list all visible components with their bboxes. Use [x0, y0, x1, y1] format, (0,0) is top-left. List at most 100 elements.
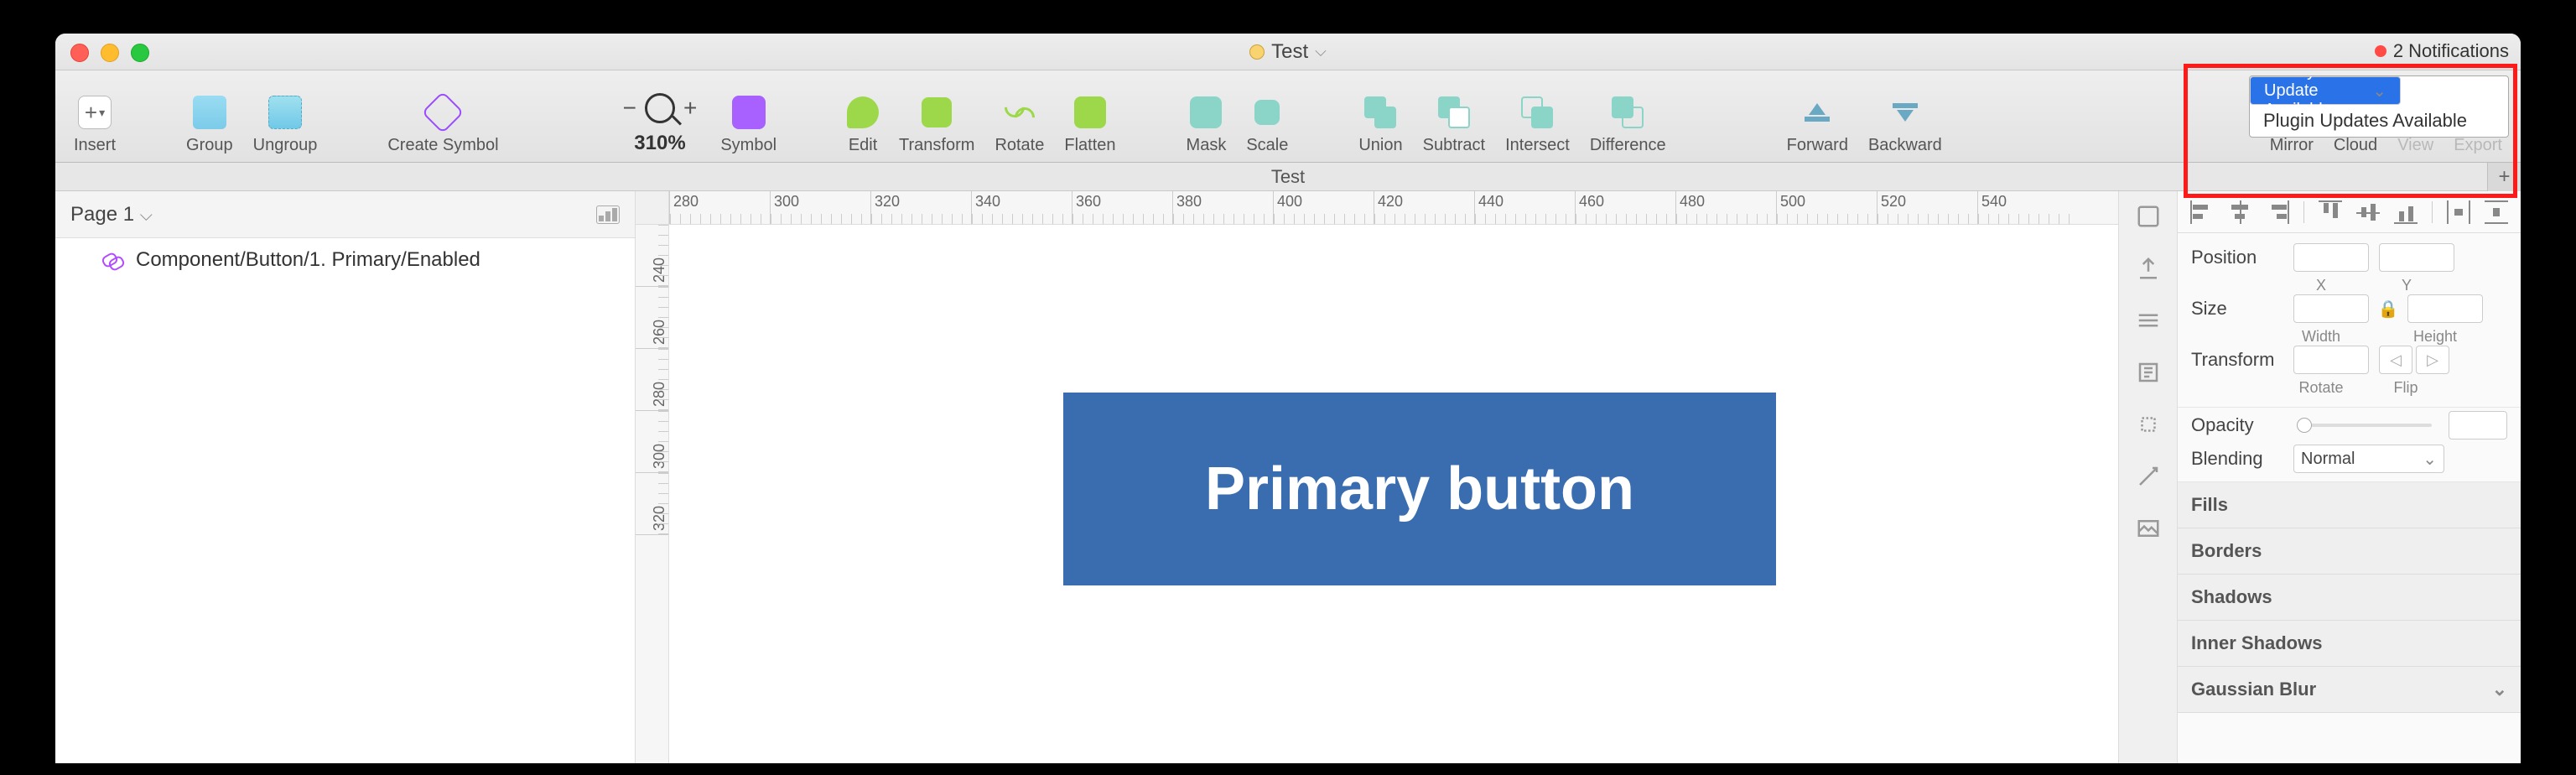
flip-horizontal-button[interactable]: ◁ — [2379, 346, 2412, 374]
align-bottom-icon[interactable] — [2394, 200, 2418, 224]
align-vcenter-icon[interactable] — [2356, 200, 2380, 224]
artboard-name: Test — [1271, 166, 1305, 188]
rotate-input[interactable] — [2293, 346, 2369, 374]
tab-layout-icon[interactable] — [2132, 304, 2165, 337]
tab-image-icon[interactable] — [2132, 512, 2165, 545]
align-top-icon[interactable] — [2319, 200, 2342, 224]
mask-button[interactable]: Mask — [1176, 70, 1237, 162]
opacity-section: Opacity Blending Normal — [2178, 408, 2521, 482]
forward-button[interactable]: Forward — [1777, 70, 1858, 162]
insert-button[interactable]: +▾Insert — [64, 70, 126, 162]
distribute-h-icon[interactable] — [2447, 200, 2470, 224]
create-symbol-button[interactable]: Create Symbol — [377, 70, 508, 162]
backward-icon — [1893, 103, 1918, 122]
document-name: Test — [1271, 40, 1308, 64]
difference-icon — [1612, 96, 1644, 128]
layer-name: Component/Button/1. Primary/Enabled — [136, 248, 480, 272]
size-lock-icon[interactable]: 🔒 — [2379, 296, 2397, 321]
tab-export-icon[interactable] — [2132, 252, 2165, 285]
flip-vertical-button[interactable]: ▷ — [2416, 346, 2449, 374]
group-icon — [193, 96, 226, 129]
tab-vector-icon[interactable] — [2132, 460, 2165, 493]
chevron-down-icon: ⌵ — [140, 206, 153, 225]
horizontal-ruler[interactable]: 280 300 320 340 360 380 400 420 440 460 … — [669, 191, 2118, 225]
align-right-icon[interactable] — [2266, 200, 2289, 224]
chevron-down-icon: ⌵ — [1315, 43, 1327, 60]
union-button[interactable]: Union — [1348, 70, 1412, 162]
inspector-tab-rail — [2119, 191, 2178, 763]
zoom-out-icon[interactable]: − — [620, 95, 640, 122]
union-icon — [1364, 96, 1396, 128]
edit-button[interactable]: Edit — [837, 70, 889, 162]
notifications-popup: Library Update Available Plugin Updates … — [2249, 75, 2509, 138]
align-hcenter-icon[interactable] — [2228, 200, 2251, 224]
edit-icon — [847, 96, 879, 128]
symbol-button[interactable]: Symbol — [710, 70, 787, 162]
zoom-in-icon[interactable]: + — [680, 95, 700, 122]
rotate-button[interactable]: Rotate — [984, 70, 1054, 162]
fills-section-header[interactable]: Fills — [2178, 482, 2521, 528]
window-controls — [70, 44, 149, 62]
blend-mode-select[interactable]: Normal — [2293, 445, 2444, 473]
difference-button[interactable]: Difference — [1580, 70, 1676, 162]
position-section: Position XY Size 🔒 WidthHeight Transform — [2178, 233, 2521, 408]
width-input[interactable] — [2293, 294, 2369, 323]
group-button[interactable]: Group — [176, 70, 243, 162]
shadows-section-header[interactable]: Shadows — [2178, 575, 2521, 621]
document-icon — [1249, 44, 1265, 60]
magnifier-icon — [645, 93, 675, 123]
toolbar: +▾Insert Group Ungroup Create Symbol −+3… — [55, 70, 2521, 163]
inner-shadows-section-header[interactable]: Inner Shadows — [2178, 621, 2521, 667]
notification-count: 2 Notifications — [2393, 40, 2509, 62]
position-x-input[interactable] — [2293, 243, 2369, 272]
primary-button-label: Primary button — [1205, 455, 1634, 523]
symbol-instance-icon — [102, 249, 124, 271]
page-selector[interactable]: Page 1 ⌵ — [55, 191, 635, 238]
layer-item[interactable]: Component/Button/1. Primary/Enabled — [55, 238, 635, 282]
distribute-v-icon[interactable] — [2485, 200, 2508, 224]
flatten-button[interactable]: Flatten — [1054, 70, 1125, 162]
tab-resize-icon[interactable] — [2132, 408, 2165, 441]
close-icon[interactable] — [70, 44, 89, 62]
height-input[interactable] — [2407, 294, 2483, 323]
tab-text-icon[interactable] — [2132, 356, 2165, 389]
transform-icon — [922, 97, 952, 127]
layer-list-toggle-icon[interactable] — [596, 205, 620, 224]
align-left-icon[interactable] — [2190, 200, 2214, 224]
tab-distribute-icon[interactable] — [2132, 200, 2165, 233]
canvas[interactable]: Primary button — [669, 225, 2118, 763]
zoom-control[interactable]: −+310% — [610, 70, 711, 162]
rotate-icon — [1005, 97, 1035, 127]
position-y-input[interactable] — [2379, 243, 2454, 272]
gaussian-blur-section-header[interactable]: Gaussian Blur⌄ — [2178, 667, 2521, 713]
notification-item-library[interactable]: Library Update Available — [2250, 76, 2401, 105]
maximize-icon[interactable] — [131, 44, 149, 62]
intersect-button[interactable]: Intersect — [1495, 70, 1580, 162]
opacity-input[interactable] — [2449, 411, 2507, 440]
intersect-icon — [1521, 96, 1553, 128]
transform-button[interactable]: Transform — [889, 70, 984, 162]
primary-button-artwork[interactable]: Primary button — [1063, 393, 1776, 585]
notifications-indicator[interactable]: 2 Notifications — [2375, 40, 2509, 62]
document-title[interactable]: Test ⌵ — [55, 40, 2521, 64]
artboard-label-bar: Test + — [55, 163, 2521, 191]
notification-item-plugins[interactable]: Plugin Updates Available — [2250, 105, 2508, 137]
borders-section-header[interactable]: Borders — [2178, 528, 2521, 575]
create-symbol-icon — [422, 91, 465, 134]
add-artboard-button[interactable]: + — [2487, 163, 2521, 191]
ungroup-button[interactable]: Ungroup — [243, 70, 328, 162]
forward-icon — [1805, 103, 1830, 122]
scale-button[interactable]: Scale — [1236, 70, 1298, 162]
chevron-down-icon: ⌄ — [2492, 679, 2507, 700]
app-window: Test ⌵ 2 Notifications Library Update Av… — [55, 34, 2521, 763]
mask-icon — [1190, 96, 1222, 128]
opacity-slider[interactable] — [2300, 424, 2432, 427]
flatten-icon — [1074, 96, 1106, 128]
vertical-ruler[interactable]: 240 260 280 300 320 — [636, 225, 669, 763]
subtract-button[interactable]: Subtract — [1413, 70, 1495, 162]
minimize-icon[interactable] — [101, 44, 119, 62]
align-controls — [2178, 191, 2521, 233]
notification-dot-icon — [2375, 45, 2386, 57]
backward-button[interactable]: Backward — [1858, 70, 1952, 162]
layers-panel: Page 1 ⌵ Component/Button/1. Primary/Ena… — [55, 191, 636, 763]
